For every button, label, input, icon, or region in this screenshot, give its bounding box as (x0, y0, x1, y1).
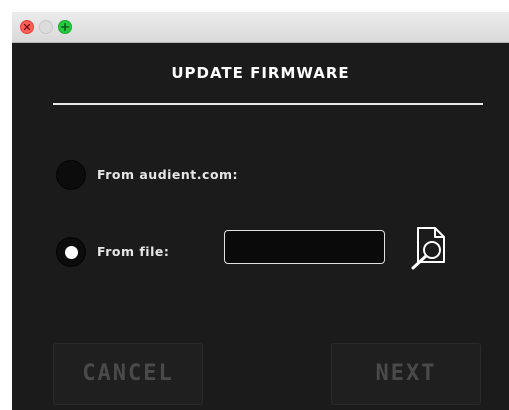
option-label-from-audient: From audient.com: (97, 167, 239, 182)
radio-from-audient[interactable] (56, 160, 86, 190)
firmware-update-window: UPDATE FIRMWARE From audient.com: From f… (12, 12, 509, 410)
radio-selected-dot (65, 246, 78, 259)
title-divider (53, 103, 483, 105)
option-label-from-file: From file: (97, 244, 170, 259)
file-path-input[interactable] (224, 230, 385, 264)
file-search-icon (411, 227, 445, 270)
zoom-button[interactable] (58, 20, 72, 34)
dialog-content: UPDATE FIRMWARE From audient.com: From f… (12, 43, 509, 410)
radio-from-file[interactable] (56, 237, 86, 267)
dialog-title: UPDATE FIRMWARE (171, 64, 350, 82)
browse-file-button[interactable] (408, 226, 448, 270)
zoom-icon (61, 23, 69, 31)
title-bar (12, 12, 509, 43)
close-button[interactable] (20, 20, 34, 34)
next-button[interactable]: NEXT (331, 343, 481, 405)
close-icon (23, 23, 31, 31)
minimize-button[interactable] (39, 20, 53, 34)
cancel-button[interactable]: CANCEL (53, 343, 203, 405)
